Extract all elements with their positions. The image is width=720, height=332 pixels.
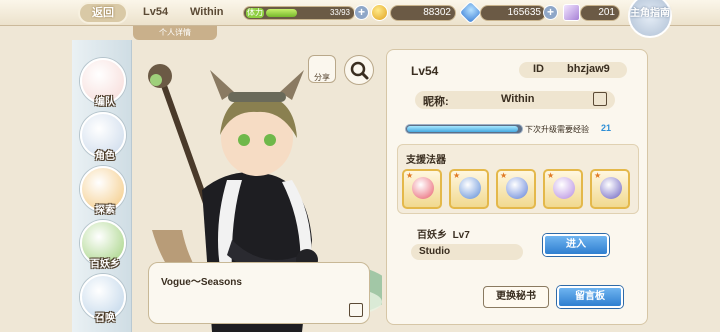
nav-explore[interactable]: 探索	[80, 166, 126, 216]
nav-village-label: 百妖乡	[90, 259, 120, 270]
player-name: Within	[190, 6, 224, 18]
side-nav: 编队 角色 探索 百妖乡 召唤	[72, 40, 132, 332]
share-button[interactable]: 分享	[308, 55, 336, 83]
nickname-value: Within	[501, 93, 535, 105]
village-name: Studio	[411, 244, 523, 260]
artifact-slot-4[interactable]: ★	[543, 169, 583, 209]
add-gem-button[interactable]: +	[543, 5, 558, 20]
nickname-box: 昵称: Within	[415, 91, 615, 109]
nickname-label: 昵称:	[423, 96, 449, 108]
exp-bar	[405, 124, 523, 134]
support-artifacts: 支援法器 ★ ★ ★ ★ ★	[397, 144, 639, 214]
trident-icon	[459, 177, 481, 199]
enter-village-button[interactable]: 进入	[543, 234, 609, 256]
nav-summon-label: 召唤	[95, 313, 115, 324]
star-crystal-icon	[600, 177, 622, 199]
exp-value: 21	[601, 123, 612, 133]
signature-text: Vogue～Seasons	[161, 277, 242, 288]
signature-box[interactable]: Vogue～Seasons	[148, 262, 370, 324]
message-board-button[interactable]: 留言板	[557, 286, 623, 308]
player-level: Lv54	[143, 6, 169, 18]
red-crystal-wing-icon	[412, 177, 434, 199]
artifact-slot-3[interactable]: ★	[496, 169, 536, 209]
nav-village[interactable]: 百妖乡	[80, 220, 126, 270]
gem-icon	[458, 0, 483, 25]
nav-summon[interactable]: 召唤	[80, 274, 126, 324]
id-value: bhzjaw9	[567, 63, 610, 75]
edit-signature-icon[interactable]	[349, 303, 363, 317]
blue-spirit-mask-icon	[506, 177, 528, 199]
stamina-value: 33/93	[329, 8, 350, 17]
nav-explore-label: 探索	[95, 205, 115, 216]
stamina-bar: 体力 33/93	[243, 6, 355, 20]
zoom-button[interactable]	[344, 55, 374, 85]
stamina-tag: 体力	[246, 8, 264, 18]
purple-orb-icon	[553, 177, 575, 199]
add-stamina-button[interactable]: +	[354, 5, 369, 20]
ticket-icon	[563, 4, 580, 21]
nav-characters[interactable]: 角色	[80, 112, 126, 162]
artifact-slot-1[interactable]: ★	[402, 169, 442, 209]
id-label: ID	[533, 63, 544, 75]
gold-coin-icon	[371, 4, 388, 21]
change-secretary-button[interactable]: 更换秘书	[483, 286, 549, 308]
village-label: 百妖乡 Lv7	[417, 230, 470, 241]
nav-team[interactable]: 编队	[80, 58, 126, 108]
profile-level: Lv54	[411, 64, 439, 78]
id-box: ID bhzjaw9	[519, 62, 627, 78]
nav-team-label: 编队	[95, 97, 115, 108]
gem-amount: 165635	[480, 5, 546, 21]
support-title: 支援法器	[406, 155, 446, 166]
back-button[interactable]: 返回	[78, 2, 128, 24]
gold-amount: 88302	[390, 5, 456, 21]
artifact-slot-2[interactable]: ★	[449, 169, 489, 209]
artifact-slot-5[interactable]: ★	[590, 169, 630, 209]
magnifier-icon	[350, 61, 369, 80]
exp-label: 下次升级需要经验	[525, 125, 589, 134]
exp-fill	[407, 126, 518, 132]
top-bar: 返回 Lv54 Within 体力 33/93 + 88302 165635 +…	[0, 0, 720, 38]
edit-nickname-icon[interactable]	[593, 92, 607, 106]
stamina-fill	[266, 9, 297, 17]
ticket-amount: 201	[580, 5, 620, 21]
nav-characters-label: 角色	[95, 151, 115, 162]
profile-panel: Lv54 ID bhzjaw9 昵称: Within 下次升级需要经验 21 支…	[386, 49, 648, 325]
page-title: 个人详情	[133, 26, 217, 40]
guide-button[interactable]: 主角指南	[628, 0, 672, 38]
